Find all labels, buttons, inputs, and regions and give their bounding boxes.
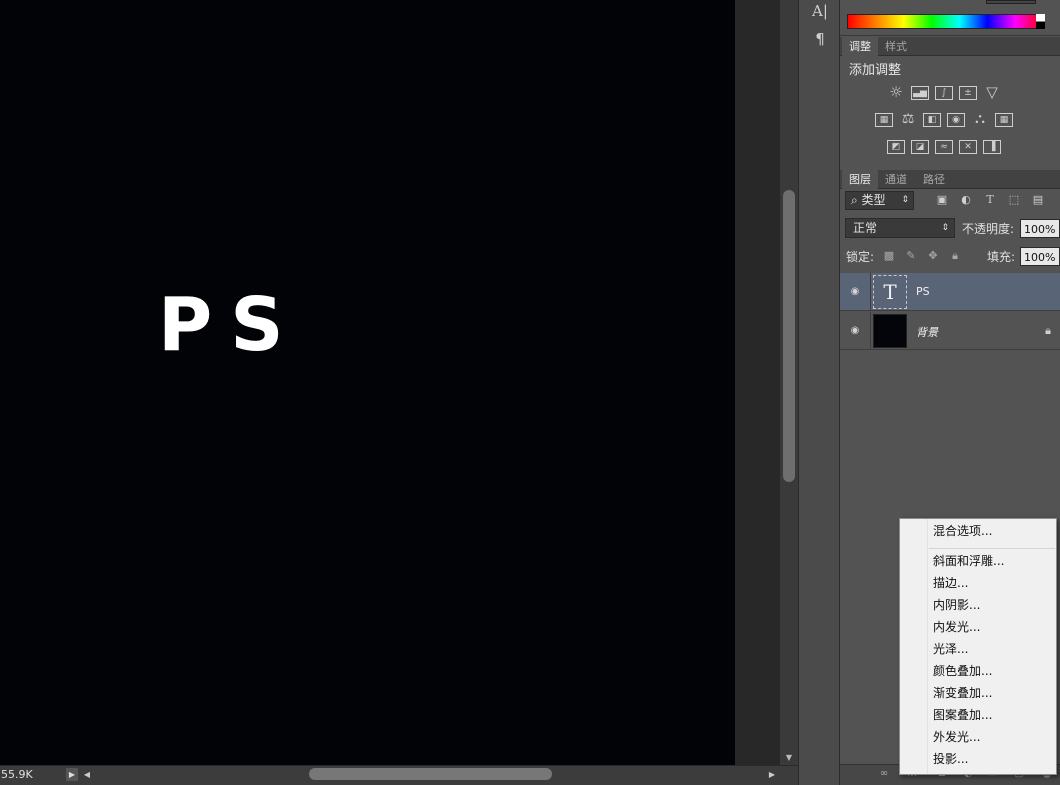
- layer-name[interactable]: PS: [916, 285, 930, 298]
- tab-styles[interactable]: 样式: [878, 37, 914, 56]
- vertical-scroll-thumb[interactable]: [783, 190, 795, 482]
- search-icon: ⌕: [851, 193, 862, 207]
- threshold-icon[interactable]: ≈: [935, 140, 953, 154]
- add-adjustment-title: 添加调整: [849, 63, 902, 78]
- scroll-down-arrow-icon[interactable]: ▼: [783, 752, 795, 764]
- color-spectrum[interactable]: [847, 14, 1044, 29]
- canvas-pasteboard: [735, 0, 780, 765]
- lock-position-icon[interactable]: ✥: [926, 249, 940, 263]
- menu-item-gradient-overlay[interactable]: 渐变叠加...: [933, 683, 992, 703]
- chevron-updown-icon: ⇕: [901, 195, 909, 205]
- lock-label: 锁定:: [846, 250, 875, 264]
- layer-row-background[interactable]: ◉ 背景 🔒︎: [840, 312, 1060, 350]
- menu-item-blending-options[interactable]: 混合选项...: [933, 521, 992, 541]
- eye-icon[interactable]: ◉: [848, 285, 862, 299]
- color-swatch-box[interactable]: [986, 0, 1036, 4]
- posterize-icon[interactable]: ◪: [911, 140, 929, 154]
- color-balance-icon[interactable]: ⚖: [899, 112, 917, 127]
- horizontal-scroll-thumb[interactable]: [309, 768, 552, 780]
- status-menu-arrow-icon[interactable]: ▶: [66, 768, 78, 781]
- scroll-left-arrow-icon[interactable]: ◀: [81, 767, 93, 782]
- levels-icon[interactable]: ▃▅: [911, 86, 929, 100]
- brightness-contrast-icon[interactable]: ☼: [887, 85, 905, 100]
- canvas-text-ps: PS: [158, 282, 302, 368]
- opacity-input[interactable]: 100%: [1020, 219, 1060, 238]
- layers-tabbar: 图层 通道 路径: [840, 170, 1060, 189]
- lock-transparent-pixels-icon[interactable]: ▩: [882, 249, 896, 263]
- lock-icon: 🔒︎: [1045, 324, 1051, 337]
- black-white-swatch[interactable]: [1036, 14, 1045, 29]
- layer-row-ps[interactable]: ◉ T PS: [840, 273, 1060, 311]
- document-canvas[interactable]: [0, 0, 735, 765]
- menu-separator: [929, 548, 1055, 549]
- filter-smart-object-icon[interactable]: ▤: [1031, 193, 1045, 207]
- menu-item-inner-shadow[interactable]: 内阴影...: [933, 595, 980, 615]
- eye-icon[interactable]: ◉: [848, 324, 862, 338]
- text-layer-thumbnail-icon: T: [873, 275, 907, 309]
- context-menu-gutter: [900, 519, 928, 774]
- exposure-icon[interactable]: ±: [959, 86, 977, 100]
- blend-mode-value: 正常: [853, 221, 878, 235]
- layer-divider: [870, 273, 871, 311]
- menu-item-satin[interactable]: 光泽...: [933, 639, 968, 659]
- scroll-right-arrow-icon[interactable]: ▶: [766, 767, 778, 782]
- filter-adjustment-icon[interactable]: ◐: [959, 193, 973, 207]
- layer-thumbnail: [873, 314, 907, 348]
- layer-filter-value: 类型: [861, 193, 886, 207]
- color-lookup-icon[interactable]: ▦: [995, 113, 1013, 127]
- menu-item-drop-shadow[interactable]: 投影...: [933, 749, 968, 769]
- menu-item-color-overlay[interactable]: 颜色叠加...: [933, 661, 992, 681]
- gradient-map-icon[interactable]: ▐: [983, 140, 1001, 154]
- invert-icon[interactable]: ◩: [887, 140, 905, 154]
- fill-input[interactable]: 100%: [1020, 247, 1060, 266]
- lock-all-icon[interactable]: 🔒︎: [948, 249, 962, 263]
- layer-divider: [870, 312, 871, 350]
- vibrance-icon[interactable]: ▽: [983, 85, 1001, 100]
- link-layers-icon[interactable]: ∞: [877, 767, 891, 781]
- fill-label: 填充:: [987, 250, 1016, 264]
- tab-adjustments[interactable]: 调整: [842, 37, 878, 56]
- opacity-label: 不透明度:: [962, 222, 1015, 236]
- channel-mixer-icon[interactable]: ⛬: [971, 112, 989, 127]
- paragraph-panel-icon[interactable]: ¶: [810, 30, 830, 50]
- document-size-readout: 55.9K: [1, 768, 33, 781]
- filter-pixel-icon[interactable]: ▣: [935, 193, 949, 207]
- panel-icon-strip: [798, 0, 840, 785]
- hue-saturation-icon[interactable]: ▦: [875, 113, 893, 127]
- photo-filter-icon[interactable]: ◉: [947, 113, 965, 127]
- tab-channels[interactable]: 通道: [878, 170, 914, 189]
- tab-layers[interactable]: 图层: [842, 170, 878, 189]
- menu-item-stroke[interactable]: 描边...: [933, 573, 968, 593]
- curves-icon[interactable]: ∫: [935, 86, 953, 100]
- selective-color-icon[interactable]: ✕: [959, 140, 977, 154]
- character-panel-icon[interactable]: A|: [810, 2, 830, 22]
- blend-mode-select[interactable]: 正常 ⇕: [845, 218, 955, 238]
- layer-name[interactable]: 背景: [916, 324, 938, 340]
- lock-image-pixels-icon[interactable]: ✎: [904, 249, 918, 263]
- adjustments-tabbar: 调整 样式: [840, 37, 1060, 56]
- menu-item-bevel-emboss[interactable]: 斜面和浮雕...: [933, 551, 1004, 571]
- filter-type-icon[interactable]: T: [983, 193, 997, 207]
- menu-item-inner-glow[interactable]: 内发光...: [933, 617, 980, 637]
- layer-filter-select[interactable]: ⌕ 类型 ⇕: [845, 191, 914, 210]
- menu-item-outer-glow[interactable]: 外发光...: [933, 727, 980, 747]
- black-white-icon[interactable]: ◧: [923, 113, 941, 127]
- tab-paths[interactable]: 路径: [916, 170, 952, 189]
- filter-shape-icon[interactable]: ⬚: [1007, 193, 1021, 207]
- chevron-updown-icon: ⇕: [941, 223, 949, 233]
- menu-item-pattern-overlay[interactable]: 图案叠加...: [933, 705, 992, 725]
